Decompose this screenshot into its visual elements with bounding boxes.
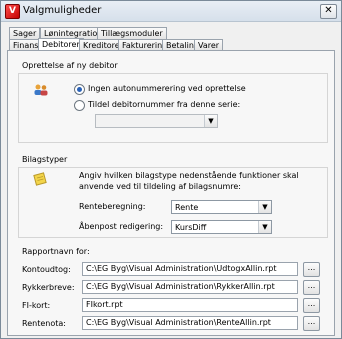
radio-ingen-label: Ingen autonummerering ved oprettelse [88, 84, 246, 93]
fikort-label: FI-kort: [22, 301, 51, 310]
radio-tildel-label: Tildel debitornummer fra denne serie: [88, 100, 241, 109]
oprettelse-group: Ingen autonummerering ved oprettelse Til… [18, 73, 328, 143]
rykkerbreve-field[interactable]: C:\EG Byg\Visual Administration\RykkerAl… [82, 280, 298, 294]
title-bar: V Valgmuligheder ✕ [1, 1, 341, 22]
radio-tildel-serie[interactable] [74, 100, 85, 111]
rykkerbreve-browse-button[interactable]: ... [303, 280, 320, 295]
tab-tillaegsmoduler[interactable]: Tillægsmoduler [97, 27, 167, 39]
bilagstyper-group: Angiv hvilken bilagstype nedenstående fu… [18, 167, 328, 238]
chevron-down-icon[interactable]: ▼ [204, 115, 217, 127]
aabenpost-select[interactable]: KursDiff ▼ [171, 220, 272, 234]
fikort-field[interactable]: FIkort.rpt [82, 298, 298, 312]
bilagstyper-title: Bilagstyper [22, 155, 68, 164]
tab-panel-debitorer: Oprettelse af ny debitor Ingen autonumme… [7, 50, 335, 336]
rentenota-label: Rentenota: [22, 319, 66, 328]
rentenota-browse-button[interactable]: ... [303, 316, 320, 331]
aabenpost-label: Åbenpost redigering: [79, 222, 164, 231]
aabenpost-value: KursDiff [175, 223, 207, 232]
kontoudtog-label: Kontoudtog: [22, 265, 71, 274]
kontoudtog-field[interactable]: C:\EG Byg\Visual Administration\UdtogxAl… [82, 262, 298, 276]
close-button[interactable]: ✕ [320, 4, 337, 19]
renteberegning-value: Rente [175, 203, 199, 212]
bilagstyper-description: Angiv hvilken bilagstype nedenstående fu… [79, 171, 299, 191]
users-icon [33, 84, 49, 96]
chevron-down-icon[interactable]: ▼ [258, 221, 271, 233]
rykkerbreve-label: Rykkerbreve: [22, 283, 75, 292]
fikort-browse-button[interactable]: ... [303, 298, 320, 313]
rentenota-field[interactable]: C:\EG Byg\Visual Administration\RenteAll… [82, 316, 298, 330]
renteberegning-select[interactable]: Rente ▼ [171, 200, 272, 214]
options-window: V Valgmuligheder ✕ Sager Lønintegration … [0, 0, 342, 339]
rapport-title: Rapportnavn for: [22, 247, 90, 256]
chevron-down-icon[interactable]: ▼ [258, 201, 271, 213]
series-select[interactable]: ▼ [95, 114, 218, 128]
kontoudtog-browse-button[interactable]: ... [303, 262, 320, 277]
tab-sager[interactable]: Sager [9, 27, 41, 39]
notepad-icon [33, 172, 47, 186]
oprettelse-title: Oprettelse af ny debitor [22, 61, 118, 70]
renteberegning-label: Renteberegning: [79, 202, 146, 211]
radio-ingen-autonummerering[interactable] [74, 84, 85, 95]
window-title: Valgmuligheder [23, 5, 102, 16]
app-logo-icon: V [5, 4, 20, 19]
